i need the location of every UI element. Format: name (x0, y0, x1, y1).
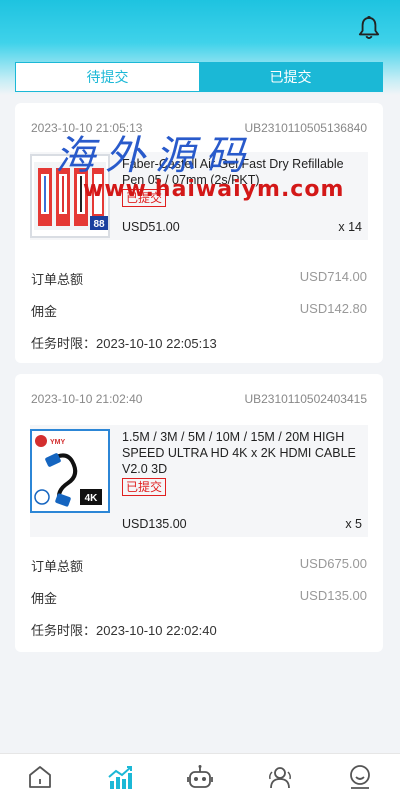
home-icon (29, 765, 51, 788)
order-id: UB2310110502403415 (244, 392, 367, 406)
total-value: USD714.00 (299, 269, 367, 284)
commission-label: 佣金 (31, 591, 58, 606)
commission-label: 佣金 (31, 304, 58, 319)
total-label: 订单总额 (31, 272, 84, 287)
profile-icon (350, 764, 370, 789)
order-id: UB2310110505136840 (244, 121, 367, 135)
users-icon (269, 766, 291, 788)
product-thumbnail: 88 (30, 154, 110, 238)
nav-team[interactable] (240, 754, 320, 799)
chart-icon (108, 765, 132, 789)
thumb-brand: YMY (50, 439, 66, 446)
thumb-badge: 88 (93, 219, 105, 230)
tab-submitted[interactable]: 已提交 (199, 63, 382, 91)
product-item[interactable]: 88 Faber-Castell Air Gel Fast Dry Refill… (30, 152, 368, 240)
thumb-badge: 4K (85, 493, 99, 504)
order-card[interactable]: 2023-10-10 21:02:40 UB2310110502403415 Y… (15, 374, 383, 652)
task-deadline: 任务时限：2023-10-10 22:05:13 (31, 336, 217, 351)
bell-icon[interactable] (358, 16, 380, 40)
order-card[interactable]: 2023-10-10 21:05:13 UB2310110505136840 8… (15, 103, 383, 363)
nav-home[interactable] (0, 754, 80, 799)
product-item[interactable]: YMY 4K 1.5M / 3M / 5M / 10M / 15M / 20M … (30, 425, 368, 537)
nav-chart[interactable] (80, 754, 160, 799)
total-row: 订单总额 USD675.00 (31, 556, 367, 575)
task-deadline: 任务时限：2023-10-10 22:02:40 (31, 623, 217, 638)
order-tabs: 待提交 已提交 (15, 62, 383, 92)
tab-pending[interactable]: 待提交 (16, 63, 199, 91)
status-badge: 已提交 (122, 189, 167, 207)
total-label: 订单总额 (31, 559, 84, 574)
order-datetime: 2023-10-10 21:02:40 (31, 392, 143, 406)
product-name-text: 1.5M / 3M / 5M / 10M / 15M / 20M HIGH SP… (122, 430, 356, 476)
product-price: USD51.00 (122, 220, 180, 234)
commission-value: USD142.80 (299, 301, 367, 316)
total-value: USD675.00 (299, 556, 367, 571)
product-quantity: x 5 (345, 517, 362, 531)
total-row: 订单总额 USD714.00 (31, 269, 367, 288)
commission-row: 佣金 USD135.00 (31, 588, 367, 607)
nav-profile[interactable] (320, 754, 400, 799)
commission-row: 佣金 USD142.80 (31, 301, 367, 320)
product-name: 1.5M / 3M / 5M / 10M / 15M / 20M HIGH SP… (122, 429, 362, 496)
product-thumbnail: YMY 4K (30, 429, 110, 513)
product-name-text: Faber-Castell Air Gel Fast Dry Refillabl… (122, 157, 344, 187)
product-name: Faber-Castell Air Gel Fast Dry Refillabl… (122, 156, 362, 207)
commission-value: USD135.00 (299, 588, 367, 603)
status-badge: 已提交 (122, 478, 167, 496)
bottom-nav (0, 753, 400, 799)
robot-icon (187, 764, 213, 788)
nav-robot[interactable] (160, 754, 240, 799)
order-datetime: 2023-10-10 21:05:13 (31, 121, 143, 135)
product-quantity: x 14 (338, 220, 362, 234)
product-price: USD135.00 (122, 517, 187, 531)
